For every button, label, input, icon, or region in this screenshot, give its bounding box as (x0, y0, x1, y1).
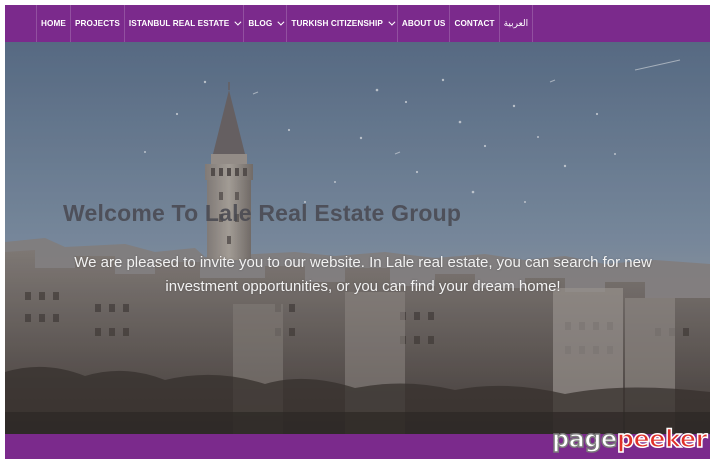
nav-item-label: ABOUT US (401, 19, 446, 28)
nav-item-home[interactable]: HOME (36, 5, 71, 42)
frame-top (0, 0, 715, 5)
frame-left (0, 0, 5, 464)
hero-banner: Welcome To Lale Real Estate Group We are… (5, 42, 710, 434)
nav-item-blog[interactable]: BLOG (244, 5, 288, 42)
nav-item-about-us[interactable]: ABOUT US (398, 5, 451, 42)
nav-item-contact[interactable]: CONTACT (450, 5, 500, 42)
nav-item-label: PROJECTS (74, 19, 120, 28)
chevron-down-icon (234, 18, 242, 26)
nav-item-label: HOME (41, 19, 66, 28)
nav-item-arabic[interactable]: العربية (500, 5, 534, 42)
chevron-down-icon (277, 18, 285, 26)
nav-item-label: ISTANBUL REAL ESTATE (128, 19, 230, 28)
hero-description: We are pleased to invite you to our webs… (74, 254, 652, 295)
nav-menu: HOME PROJECTS ISTANBUL REAL ESTATE BLOG … (36, 5, 534, 42)
nav-item-label: العربية (503, 18, 529, 28)
chevron-down-icon (388, 18, 396, 26)
nav-item-turkish-citizenship[interactable]: TURKISH CITIZENSHIP (287, 5, 398, 42)
nav-item-label: BLOG (248, 19, 273, 28)
frame-bottom (0, 459, 715, 464)
main-navbar: HOME PROJECTS ISTANBUL REAL ESTATE BLOG … (5, 5, 710, 42)
nav-item-istanbul-real-estate[interactable]: ISTANBUL REAL ESTATE (125, 5, 245, 42)
frame-right (710, 0, 715, 464)
page: HOME PROJECTS ISTANBUL REAL ESTATE BLOG … (0, 0, 715, 464)
nav-item-label: CONTACT (454, 19, 495, 28)
pagepeeker-watermark: pagepeeker (551, 424, 708, 454)
nav-item-label: TURKISH CITIZENSHIP (291, 19, 383, 28)
watermark-part-2: peeker (616, 424, 708, 454)
nav-item-projects[interactable]: PROJECTS (71, 5, 125, 42)
hero-title: Welcome To Lale Real Estate Group (63, 200, 462, 226)
watermark-part-1: page (551, 424, 618, 454)
istanbul-skyline-image (5, 42, 710, 434)
